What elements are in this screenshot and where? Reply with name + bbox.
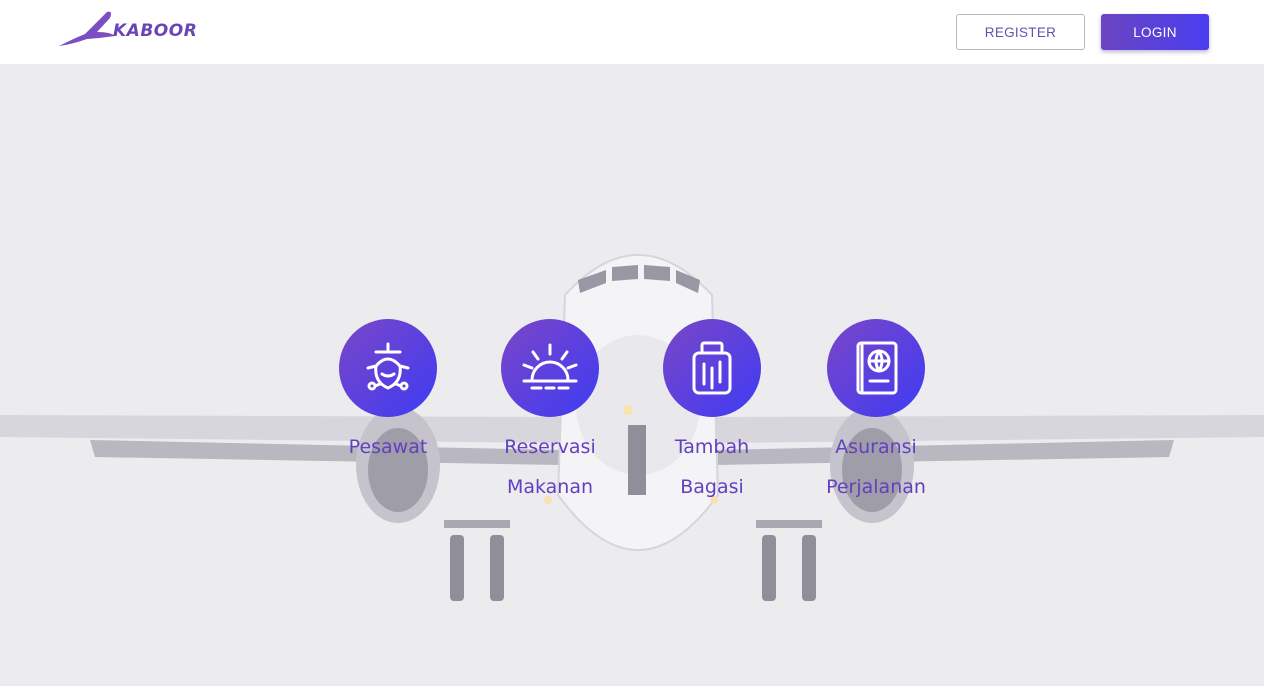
register-button[interactable]: REGISTER <box>956 14 1085 50</box>
service-label: Reservasi Makanan <box>480 427 620 507</box>
plane-logo-icon <box>59 11 115 47</box>
plane-icon <box>366 342 410 391</box>
service-label-line1: Tambah <box>674 436 750 458</box>
service-label-line2: Perjalanan <box>826 476 926 498</box>
service-label-line2: Bagasi <box>680 476 744 498</box>
luggage-icon <box>692 341 732 395</box>
service-reservasi-makanan[interactable]: Reservasi Makanan <box>480 319 620 507</box>
service-label-line1: Pesawat <box>348 436 428 458</box>
service-label-line1: Asuransi <box>835 436 917 458</box>
service-icon-circle <box>827 319 925 417</box>
navbar: KABOOR REGISTER LOGIN <box>0 0 1264 65</box>
airplane-background-image <box>0 254 1264 601</box>
passport-icon <box>856 341 898 395</box>
service-label: Asuransi Perjalanan <box>806 427 946 507</box>
service-label: Pesawat <box>318 427 458 467</box>
service-icon-circle <box>663 319 761 417</box>
service-asuransi-perjalanan[interactable]: Asuransi Perjalanan <box>806 319 946 507</box>
service-label: Tambah Bagasi <box>642 427 782 507</box>
service-label-line2: Makanan <box>506 476 594 498</box>
service-icon-circle <box>339 319 437 417</box>
sunrise-icon <box>522 343 578 390</box>
service-pesawat[interactable]: Pesawat <box>318 319 458 467</box>
hero-section: Pesawat Reservasi Makanan Tambah Bagasi … <box>0 65 1264 686</box>
service-icon-circle <box>501 319 599 417</box>
service-label-line1: Reservasi <box>504 436 596 458</box>
logo[interactable]: KABOOR <box>57 10 197 48</box>
logo-text: KABOOR <box>113 21 198 41</box>
login-button[interactable]: LOGIN <box>1101 14 1209 50</box>
service-tambah-bagasi[interactable]: Tambah Bagasi <box>642 319 782 507</box>
